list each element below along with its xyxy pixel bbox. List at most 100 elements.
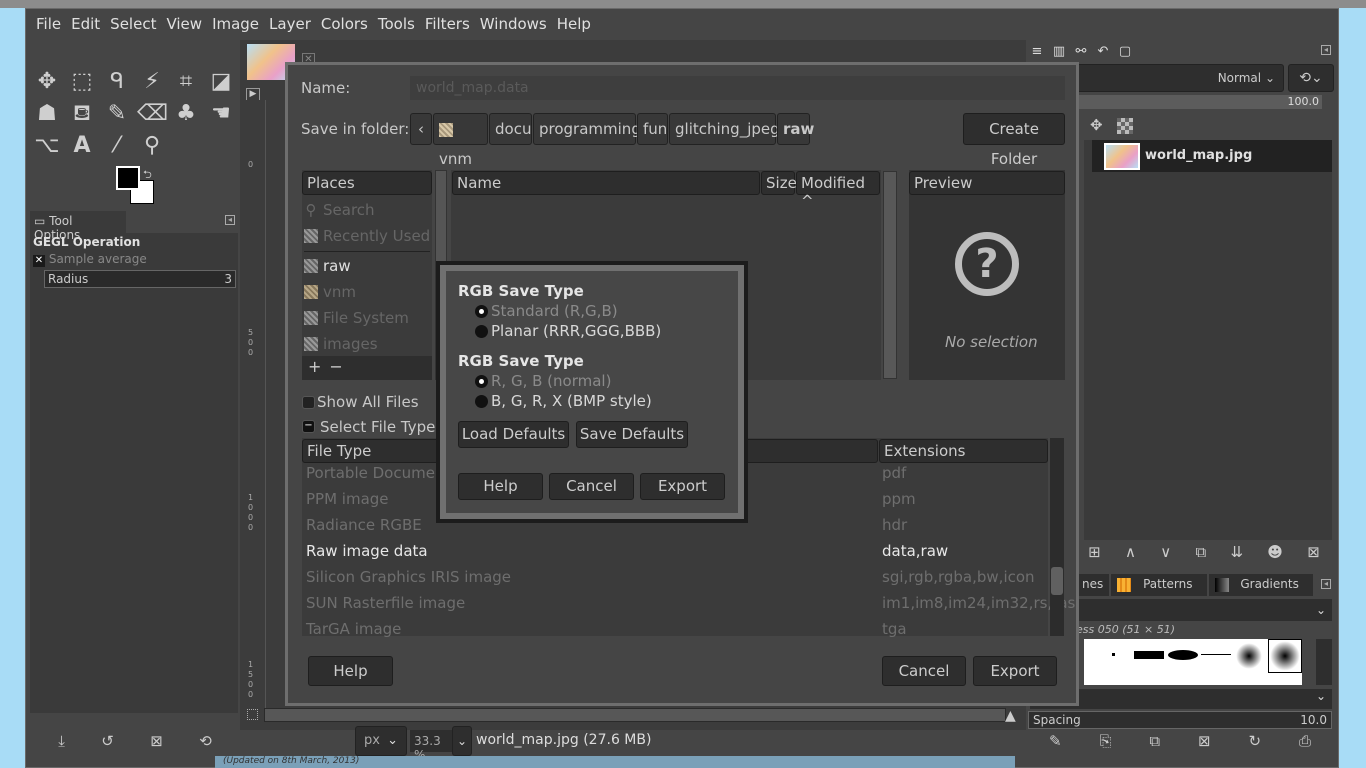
sample-average-option[interactable]: ✕ Sample average	[33, 252, 147, 267]
radius-spinner[interactable]: Radius 3	[44, 270, 236, 288]
menu-select[interactable]: Select	[110, 15, 156, 33]
menu-filters[interactable]: Filters	[425, 15, 470, 33]
tool-options-tab[interactable]: ▭ Tool Options	[30, 211, 126, 242]
selection-toggle-icon[interactable]	[247, 709, 258, 720]
menu-help[interactable]: Help	[557, 15, 591, 33]
new-brush-icon[interactable]: ⎘	[1099, 732, 1111, 754]
zoom-icon[interactable]: ⚲	[137, 132, 167, 160]
tab-gradients[interactable]: Gradients	[1208, 574, 1313, 596]
images-tab-icon[interactable]: ▢	[1114, 42, 1136, 62]
horizontal-scrollbar[interactable]	[264, 708, 1006, 722]
spacing-slider[interactable]: Spacing 10.0	[1028, 711, 1332, 729]
brush-soft[interactable]	[1236, 643, 1262, 669]
bucket-fill-icon[interactable]: ⛾	[67, 100, 97, 128]
file-type-scrollbar[interactable]	[1050, 438, 1064, 636]
transform-icon[interactable]: ◪	[206, 68, 236, 96]
swap-colors-icon[interactable]: ⮌	[143, 166, 152, 185]
unit-selector[interactable]: px ⌄	[355, 726, 407, 756]
file-type-row-name[interactable]: TarGA image	[306, 620, 401, 638]
dialog-cancel-button[interactable]: Cancel	[882, 656, 966, 686]
warp-icon[interactable]: ☗	[32, 100, 62, 128]
tab-brushes[interactable]: nes	[1076, 574, 1110, 596]
lock-position-icon[interactable]: ✥	[1090, 116, 1103, 134]
pencil-icon[interactable]: ✎	[102, 100, 132, 128]
place-vnm[interactable]: vnm	[304, 283, 356, 301]
color-picker-icon[interactable]: ⁄	[102, 132, 132, 160]
channels-tab-icon[interactable]: ▥	[1048, 42, 1070, 62]
brush-block[interactable]	[1134, 651, 1164, 659]
refresh-brushes-icon[interactable]: ↻	[1248, 732, 1261, 754]
breadcrumb-programming[interactable]: programming	[533, 113, 641, 145]
menu-file[interactable]: File	[36, 15, 61, 33]
lasso-icon[interactable]: ᑫ	[102, 68, 132, 96]
column-name[interactable]: Name	[452, 171, 760, 195]
mode-reset-button[interactable]: ⟲⌄	[1288, 64, 1334, 92]
brush-scrollbar[interactable]	[1316, 639, 1332, 685]
raise-layer-icon[interactable]: ∧	[1125, 543, 1136, 567]
column-size[interactable]: Size	[761, 171, 797, 195]
file-type-row-extensions[interactable]: pdf	[882, 464, 906, 482]
menu-colors[interactable]: Colors	[321, 15, 368, 33]
file-type-row-extensions[interactable]: ppm	[882, 490, 916, 508]
breadcrumb-docu[interactable]: docu	[489, 113, 532, 145]
rect-select-icon[interactable]: ⬚	[67, 68, 97, 96]
file-type-row-name[interactable]: PPM image	[306, 490, 389, 508]
file-type-row-name[interactable]: SUN Rasterfile image	[306, 594, 465, 612]
select-file-type-expander[interactable]: −	[302, 420, 315, 433]
lock-alpha-icon[interactable]	[1117, 118, 1133, 134]
place-images[interactable]: images	[304, 335, 378, 353]
clone-icon[interactable]: ♣	[171, 100, 201, 128]
filename-input[interactable]: world_map.data	[410, 76, 1065, 100]
save-options-icon[interactable]: ⤓	[58, 732, 65, 754]
file-type-row-extensions[interactable]: sgi,rgb,rgba,bw,icon	[882, 568, 1035, 586]
brush-tag-select[interactable]: ⌄	[1076, 599, 1332, 621]
file-type-row-name[interactable]: Raw image data	[306, 542, 428, 560]
breadcrumb-raw[interactable]: raw	[777, 113, 814, 145]
brush-selected[interactable]	[1268, 639, 1302, 673]
edit-brush-icon[interactable]: ✎	[1049, 732, 1062, 754]
create-folder-button[interactable]: Create Folder	[963, 113, 1065, 168]
place-search[interactable]: ⚲ Search	[304, 201, 375, 219]
merge-down-icon[interactable]: ⇊	[1230, 543, 1243, 567]
breadcrumb-back-button[interactable]: ‹	[410, 113, 432, 145]
dialog-help-button[interactable]: Help	[308, 656, 393, 686]
show-all-files-checkbox[interactable]	[302, 396, 315, 409]
brush-grid[interactable]	[1084, 639, 1302, 685]
column-extensions[interactable]: Extensions	[879, 439, 1048, 463]
rgb-help-button[interactable]: Help	[458, 473, 543, 500]
file-type-scroll-thumb[interactable]	[1051, 567, 1063, 595]
file-type-row-extensions[interactable]: im1,im8,im24,im32,rs,ras	[882, 594, 1075, 612]
brush-pixel[interactable]	[1112, 653, 1115, 656]
menu-layer[interactable]: Layer	[269, 15, 311, 33]
file-type-row-name[interactable]: Silicon Graphics IRIS image	[306, 568, 511, 586]
zoom-dropdown[interactable]: ⌄	[452, 726, 472, 756]
layer-name[interactable]: world_map.jpg	[1145, 148, 1252, 163]
menu-image[interactable]: Image	[212, 15, 259, 33]
radio-planar[interactable]: Planar (RRR,GGG,BBB)	[475, 322, 661, 340]
duplicate-layer-icon[interactable]: ⧉	[1195, 543, 1206, 567]
place-raw[interactable]: raw	[304, 257, 351, 275]
add-bookmark-icon[interactable]: +	[308, 357, 329, 376]
opacity-slider[interactable]: 100.0	[1076, 95, 1322, 109]
undo-tab-icon[interactable]: ↶	[1092, 42, 1114, 62]
breadcrumb-vnm[interactable]: vnm	[433, 113, 488, 168]
places-header[interactable]: Places	[302, 171, 432, 195]
dock-menu-icon[interactable]: ◂	[1321, 45, 1331, 55]
new-group-icon[interactable]: ⊞	[1088, 543, 1101, 567]
tab-patterns[interactable]: Patterns	[1111, 574, 1207, 596]
radio-bgrx-bmp[interactable]: B, G, R, X (BMP style)	[475, 392, 652, 410]
foreground-color[interactable]	[116, 166, 140, 190]
file-type-row-extensions[interactable]: tga	[882, 620, 907, 638]
brush-ellipse[interactable]	[1168, 650, 1198, 660]
menu-tools[interactable]: Tools	[378, 15, 415, 33]
open-as-image-icon[interactable]: ⎙	[1299, 732, 1311, 754]
show-all-files-label[interactable]: Show All Files	[317, 393, 419, 411]
place-file-system[interactable]: File System	[304, 309, 409, 327]
remove-bookmark-icon[interactable]: −	[329, 357, 350, 376]
reset-options-icon[interactable]: ⟲	[199, 732, 212, 754]
zoom-field[interactable]: 33.3 %	[410, 730, 452, 762]
fuzzy-select-icon[interactable]: ⚡	[137, 68, 167, 96]
layer-mask-icon[interactable]: ☻	[1267, 543, 1283, 567]
dialog-export-button[interactable]: Export	[973, 656, 1057, 686]
paths-tab-icon[interactable]: ⚯	[1070, 42, 1092, 62]
